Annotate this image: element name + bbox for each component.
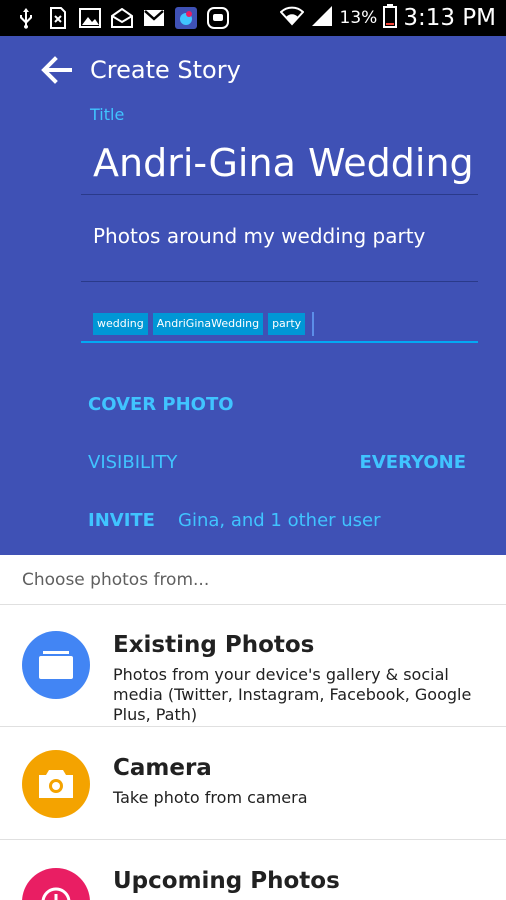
clock-time: 3:13 PM	[403, 5, 496, 31]
description-input[interactable]: Photos around my wedding party	[81, 208, 478, 282]
messenger-icon	[202, 6, 234, 30]
option-subtitle: Photos from your device's gallery & soci…	[113, 665, 472, 724]
tag-chip[interactable]: party	[268, 313, 306, 335]
text-cursor	[312, 312, 315, 336]
gallery-icon	[22, 631, 90, 699]
status-bar: 13% 3:13 PM	[0, 0, 506, 36]
camera-icon	[22, 750, 90, 818]
tags-input[interactable]: wedding AndriGinaWedding party	[81, 307, 478, 343]
invite-button[interactable]: INVITE	[88, 510, 155, 531]
tag-chip[interactable]: wedding	[93, 313, 148, 335]
option-title: Camera	[113, 755, 212, 781]
option-camera[interactable]: Camera Take photo from camera	[0, 727, 506, 840]
option-title: Upcoming Photos	[113, 868, 340, 894]
wifi-icon	[279, 6, 304, 30]
sheet-header: Choose photos from...	[0, 555, 506, 605]
option-subtitle: Take photo from camera	[113, 788, 308, 807]
usb-icon	[10, 6, 42, 30]
page-title: Create Story	[90, 56, 241, 84]
back-button[interactable]	[38, 54, 74, 86]
app-icon	[170, 6, 202, 30]
title-input[interactable]: Andri-Gina Wedding	[81, 132, 478, 195]
clock-icon	[22, 868, 90, 900]
option-upcoming-photos[interactable]: Upcoming Photos	[0, 840, 506, 900]
tag-chip[interactable]: AndriGinaWedding	[152, 313, 264, 335]
mail-open-icon	[106, 6, 138, 30]
story-form-header: Create Story Title Andri-Gina Wedding Ph…	[0, 36, 506, 555]
image-icon	[74, 6, 106, 30]
visibility-label: VISIBILITY	[88, 452, 178, 473]
sim-x-icon	[42, 6, 74, 30]
gmail-icon	[138, 6, 170, 30]
invite-value[interactable]: Gina, and 1 other user	[178, 510, 381, 531]
option-existing-photos[interactable]: Existing Photos Photos from your device'…	[0, 605, 506, 727]
title-field-label: Title	[90, 105, 125, 124]
choose-photos-sheet: Choose photos from... Existing Photos Ph…	[0, 555, 506, 900]
battery-percent: 13%	[339, 8, 378, 28]
battery-icon	[383, 4, 398, 32]
arrow-left-icon	[41, 56, 72, 84]
signal-icon	[310, 5, 334, 31]
option-title: Existing Photos	[113, 632, 315, 658]
visibility-value-button[interactable]: EVERYONE	[360, 452, 466, 473]
cover-photo-button[interactable]: COVER PHOTO	[88, 394, 234, 415]
